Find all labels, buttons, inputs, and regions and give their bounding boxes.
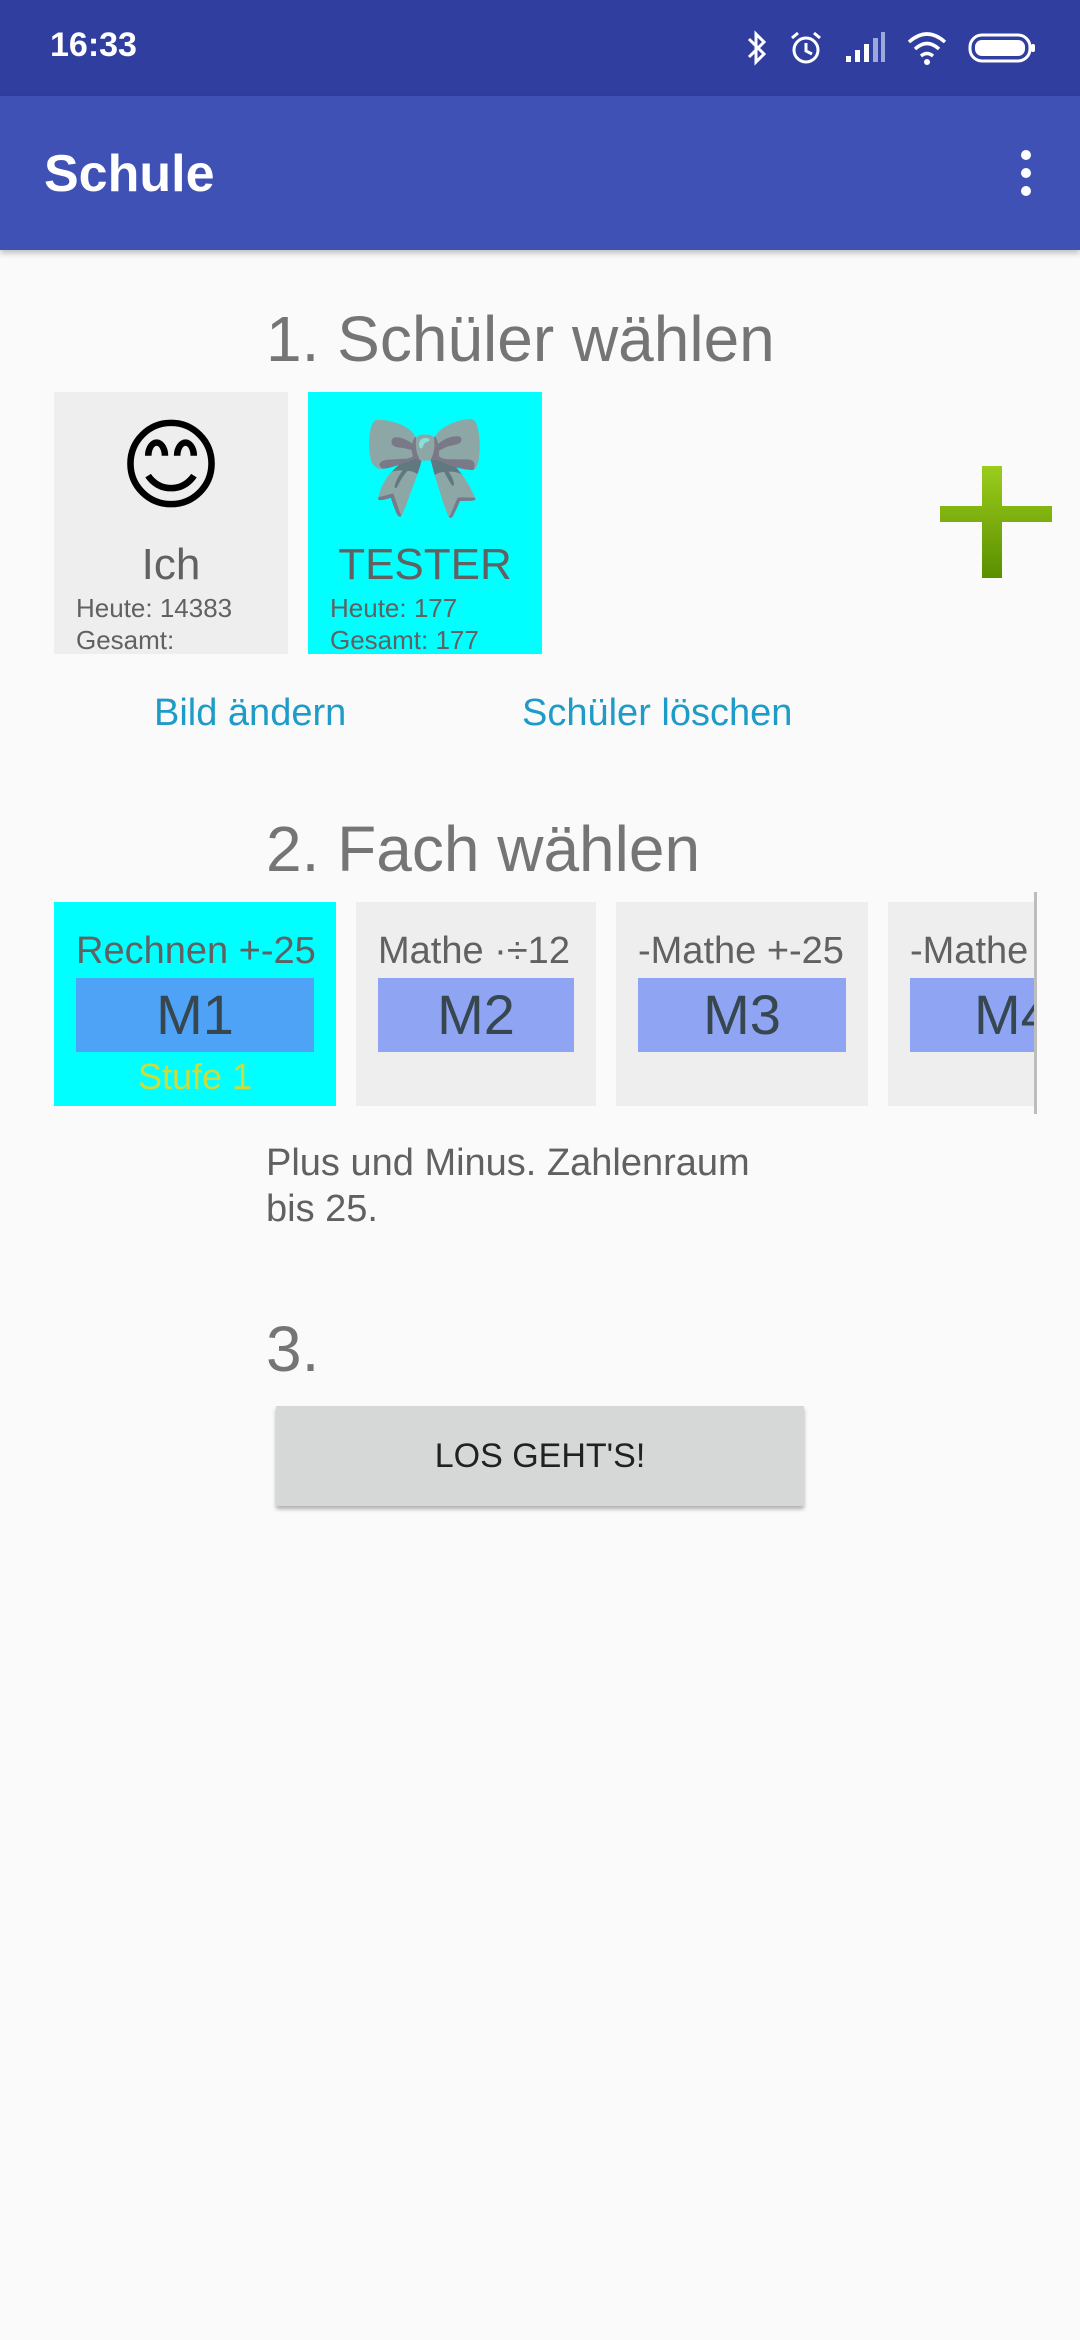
add-student-button[interactable] <box>936 462 1056 582</box>
subject-scrollbar[interactable] <box>1034 892 1037 1114</box>
student-name: TESTER <box>338 540 512 589</box>
subject-code: M3 <box>638 978 846 1052</box>
subject-name: Rechnen +-25 <box>76 930 316 972</box>
student-card-ich[interactable]: 😊 Ich Heute: 14383 Gesamt: <box>54 392 288 654</box>
student-card-tester[interactable]: 🎀 TESTER Heute: 177 Gesamt: 177 <box>308 392 542 654</box>
student-today: Heute: 177 <box>330 593 458 623</box>
subject-list[interactable]: Rechnen +-25 M1 Stufe 1 Mathe ·÷12 M2 -M… <box>54 902 1036 1106</box>
subject-card-m1[interactable]: Rechnen +-25 M1 Stufe 1 <box>54 902 336 1106</box>
subject-card-m3[interactable]: -Mathe +-25 M3 <box>616 902 868 1106</box>
more-vert-icon[interactable] <box>998 138 1054 208</box>
add-student-plus-icon <box>940 466 1052 578</box>
alarm-icon <box>791 31 821 64</box>
student-name: Ich <box>141 540 201 589</box>
status-bar: 16:33 <box>0 0 1080 96</box>
subject-code: M2 <box>378 978 574 1052</box>
section-title-choose-subject: 2. Fach wählen <box>266 813 701 885</box>
status-time: 16:33 <box>50 26 137 64</box>
student-total: Gesamt: 177 <box>330 625 479 654</box>
start-button[interactable]: LOS GEHT'S! <box>276 1406 804 1506</box>
wifi-icon <box>907 32 947 65</box>
subject-description: Plus und Minus. Zahlenraum bis 25. <box>266 1142 750 1230</box>
change-picture-link[interactable]: Bild ändern <box>154 692 346 735</box>
subject-card-m4[interactable]: -Mathe M4 <box>888 902 1036 1106</box>
subject-name: Mathe ·÷12 <box>378 930 570 972</box>
section-title-choose-student: 1. Schüler wählen <box>266 303 775 375</box>
delete-student-link[interactable]: Schüler löschen <box>522 692 792 735</box>
student-today: Heute: 14383 <box>76 593 233 623</box>
section-title-step-3: 3. <box>266 1313 320 1385</box>
student-total: Gesamt: <box>76 625 175 654</box>
app-bar: Schule <box>0 96 1080 250</box>
battery-icon <box>968 33 1035 63</box>
ribbon-icon: 🎀 <box>362 410 488 522</box>
subject-code: M4 <box>910 978 1036 1052</box>
smiley-icon: 😊 <box>118 410 224 522</box>
subject-code: M1 <box>76 978 314 1052</box>
app-title: Schule <box>44 145 215 203</box>
subject-level: Stufe 1 <box>137 1056 253 1097</box>
subject-name: -Mathe <box>910 930 1029 972</box>
signal-icon <box>846 32 885 62</box>
subject-name: -Mathe +-25 <box>638 930 844 972</box>
bluetooth-icon <box>747 30 767 66</box>
subject-card-m2[interactable]: Mathe ·÷12 M2 <box>356 902 596 1106</box>
